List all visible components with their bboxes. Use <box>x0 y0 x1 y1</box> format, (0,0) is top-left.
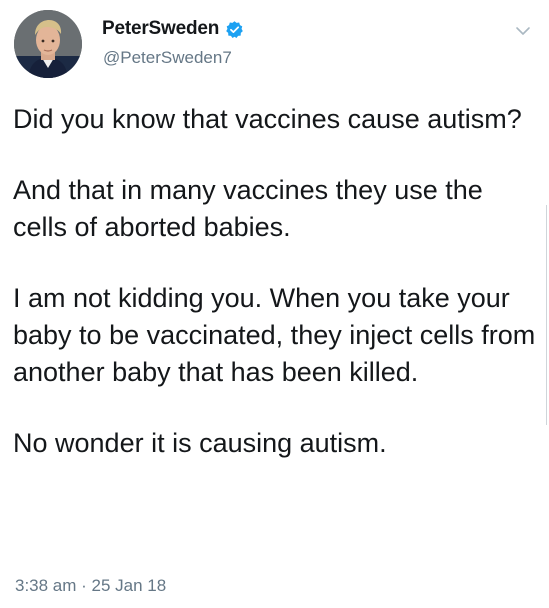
chevron-down-icon[interactable] <box>515 24 531 36</box>
tweet-text: Did you know that vaccines cause autism?… <box>13 101 541 462</box>
tweet-paragraph: No wonder it is causing autism. <box>13 428 387 458</box>
scrollbar[interactable] <box>546 205 547 425</box>
tweet-card: PeterSweden @PeterSweden7 Did you know t… <box>0 0 549 608</box>
tweet-paragraph: And that in many vaccines they use the c… <box>13 175 483 242</box>
avatar-image <box>14 10 82 78</box>
tweet-paragraph: I am not kidding you. When you take your… <box>13 283 536 387</box>
avatar[interactable] <box>14 10 82 78</box>
tweet-timestamp[interactable]: 3:38 am · 25 Jan 18 <box>15 576 166 596</box>
author-name-row[interactable]: PeterSweden <box>102 18 244 40</box>
display-name[interactable]: PeterSweden <box>102 18 219 40</box>
tweet-paragraph: Did you know that vaccines cause autism? <box>13 104 522 134</box>
verified-badge-icon <box>225 20 244 39</box>
user-handle[interactable]: @PeterSweden7 <box>103 48 232 68</box>
